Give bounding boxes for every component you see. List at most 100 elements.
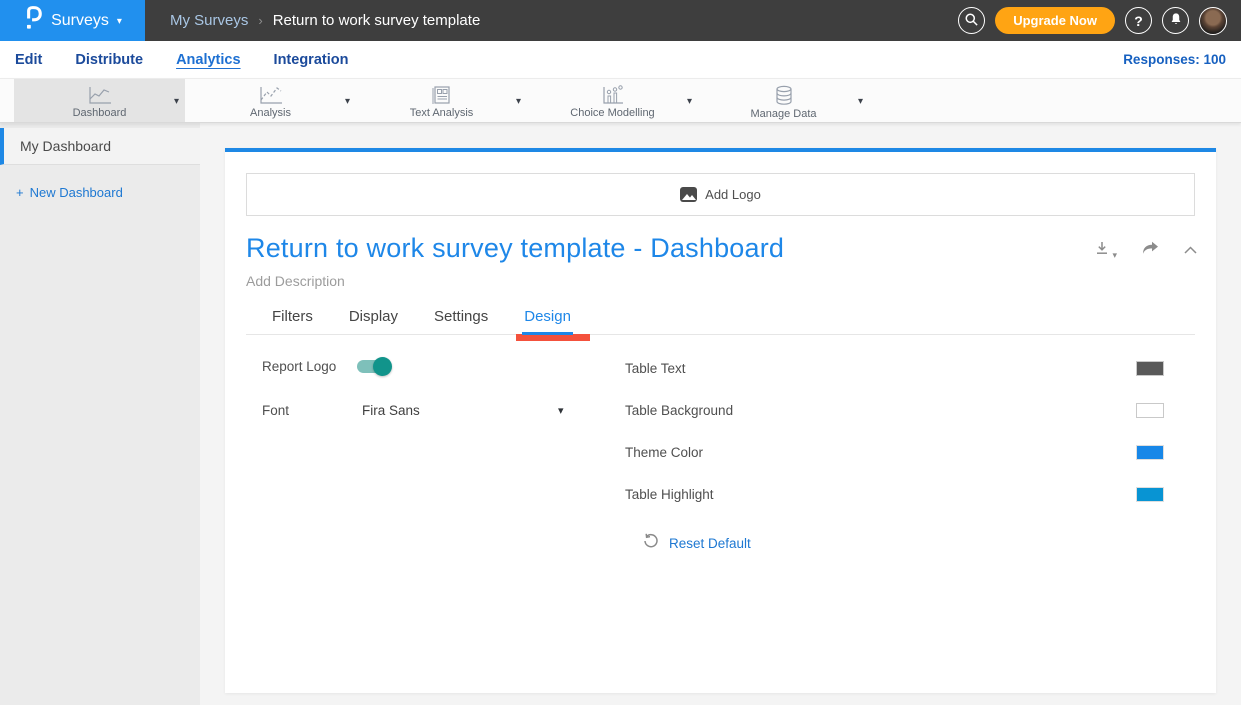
choice-modelling-caret-icon[interactable]: ▾	[687, 96, 692, 107]
breadcrumb-separator-icon: ›	[258, 13, 262, 28]
database-icon	[773, 85, 795, 106]
dashboard-actions: ▾	[1094, 240, 1198, 261]
upgrade-now-button[interactable]: Upgrade Now	[995, 7, 1115, 34]
toolbar-choice-modelling[interactable]: Choice Modelling ▾	[527, 79, 698, 122]
product-caret-icon: ▾	[117, 16, 122, 27]
annotation-red-highlight	[516, 334, 590, 341]
toolbar-label: Text Analysis	[410, 107, 474, 119]
search-button[interactable]	[958, 7, 985, 34]
table-background-label: Table Background	[625, 403, 733, 418]
toolbar-label: Analysis	[250, 107, 291, 119]
table-text-swatch[interactable]	[1136, 361, 1164, 376]
report-logo-label: Report Logo	[262, 359, 355, 374]
tab-design[interactable]: Design	[524, 308, 571, 325]
tab-settings[interactable]: Settings	[434, 308, 488, 325]
toolbar-text-analysis[interactable]: Text Analysis ▾	[356, 79, 527, 122]
plus-icon: +	[16, 185, 24, 200]
new-dashboard-button[interactable]: + New Dashboard	[16, 185, 200, 200]
add-logo-label: Add Logo	[705, 187, 761, 202]
breadcrumb: My Surveys › Return to work survey templ…	[145, 0, 958, 41]
toolbar-analysis[interactable]: Analysis ▾	[185, 79, 356, 122]
topbar-actions: Upgrade Now ?	[958, 0, 1241, 41]
page-body: My Dashboard + New Dashboard Add Logo	[0, 123, 1241, 705]
line-chart-icon	[87, 85, 113, 105]
questionpro-logo-icon	[23, 5, 43, 36]
trend-chart-icon	[258, 85, 284, 105]
table-background-swatch[interactable]	[1136, 403, 1164, 418]
analysis-caret-icon[interactable]: ▾	[345, 96, 350, 107]
breadcrumb-my-surveys[interactable]: My Surveys	[170, 12, 248, 29]
reset-default-label: Reset Default	[669, 536, 751, 551]
font-caret-icon[interactable]: ▾	[558, 404, 564, 417]
collapse-button[interactable]	[1183, 242, 1198, 260]
report-logo-toggle[interactable]	[357, 360, 390, 373]
toolbar-label: Dashboard	[73, 107, 127, 119]
toggle-knob	[373, 357, 392, 376]
user-avatar[interactable]	[1199, 7, 1227, 35]
notifications-button[interactable]	[1162, 7, 1189, 34]
theme-color-swatch[interactable]	[1136, 445, 1164, 460]
help-button[interactable]: ?	[1125, 7, 1152, 34]
tab-display[interactable]: Display	[349, 308, 398, 325]
toolbar-label: Choice Modelling	[570, 107, 654, 119]
nav-integration[interactable]: Integration	[274, 52, 349, 68]
table-text-label: Table Text	[625, 361, 686, 376]
nav-edit[interactable]: Edit	[15, 52, 42, 68]
tab-filters[interactable]: Filters	[272, 308, 313, 325]
survey-nav: Edit Distribute Analytics Integration Re…	[0, 41, 1241, 78]
question-mark-icon: ?	[1134, 13, 1143, 29]
manage-data-caret-icon[interactable]: ▾	[858, 96, 863, 107]
active-tab-underline	[522, 332, 573, 335]
nav-analytics[interactable]: Analytics	[176, 52, 240, 68]
font-label: Font	[262, 403, 362, 418]
tab-design-label: Design	[524, 308, 571, 325]
toolbar-label: Manage Data	[750, 108, 816, 120]
font-select[interactable]: Fira Sans	[362, 403, 420, 418]
dashboard-tabs: Filters Display Settings Design	[246, 308, 1195, 335]
responses-count: Responses: 100	[1123, 52, 1226, 67]
topbar: Surveys ▾ My Surveys › Return to work su…	[0, 0, 1241, 41]
download-caret-icon: ▾	[1112, 250, 1117, 261]
report-logo-row: Report Logo	[262, 359, 390, 374]
dashboard-caret-icon[interactable]: ▾	[174, 96, 179, 107]
document-grid-icon	[431, 85, 453, 105]
app-window: Surveys ▾ My Surveys › Return to work su…	[0, 0, 1241, 705]
sidebar-item-label: My Dashboard	[20, 138, 111, 154]
toolbar-dashboard[interactable]: Dashboard ▾	[14, 79, 185, 122]
reset-default-button[interactable]: Reset Default	[643, 533, 751, 554]
analytics-toolbar: Dashboard ▾ Analysis ▾ Text Analysis ▾ C…	[0, 78, 1241, 123]
table-background-row: Table Background	[625, 403, 1195, 418]
table-highlight-swatch[interactable]	[1136, 487, 1164, 502]
reset-icon	[643, 533, 659, 554]
new-dashboard-label: New Dashboard	[30, 185, 123, 200]
text-analysis-caret-icon[interactable]: ▾	[516, 96, 521, 107]
product-name: Surveys	[51, 12, 109, 30]
dashboard-card: Add Logo ▾	[225, 148, 1216, 693]
share-button[interactable]	[1141, 241, 1159, 261]
breadcrumb-current-survey: Return to work survey template	[273, 12, 481, 29]
scatter-chart-icon	[601, 85, 625, 105]
toolbar-manage-data[interactable]: Manage Data ▾	[698, 79, 869, 122]
theme-color-label: Theme Color	[625, 445, 703, 460]
add-description-placeholder[interactable]: Add Description	[246, 273, 1195, 289]
design-settings-panel: Report Logo Font Fira Sans ▾ Table Text	[246, 335, 1195, 595]
table-highlight-label: Table Highlight	[625, 487, 714, 502]
content-area: Add Logo ▾	[200, 123, 1241, 705]
add-logo-button[interactable]: Add Logo	[246, 173, 1195, 216]
download-icon	[1094, 240, 1110, 261]
download-button[interactable]: ▾	[1094, 240, 1117, 261]
nav-distribute[interactable]: Distribute	[75, 52, 143, 68]
search-icon	[964, 12, 979, 30]
sidebar-item-my-dashboard[interactable]: My Dashboard	[0, 128, 200, 165]
bell-icon	[1169, 12, 1183, 29]
dashboard-title: Return to work survey template - Dashboa…	[246, 233, 1195, 264]
theme-color-row: Theme Color	[625, 445, 1195, 460]
dashboard-sidebar: My Dashboard + New Dashboard	[0, 123, 200, 705]
image-icon	[680, 187, 697, 202]
product-switcher[interactable]: Surveys ▾	[0, 0, 145, 41]
chevron-up-icon	[1183, 242, 1198, 260]
font-row: Font Fira Sans ▾	[262, 403, 582, 418]
table-text-row: Table Text	[625, 361, 1195, 376]
table-highlight-row: Table Highlight	[625, 487, 1195, 502]
share-arrow-icon	[1141, 241, 1159, 261]
